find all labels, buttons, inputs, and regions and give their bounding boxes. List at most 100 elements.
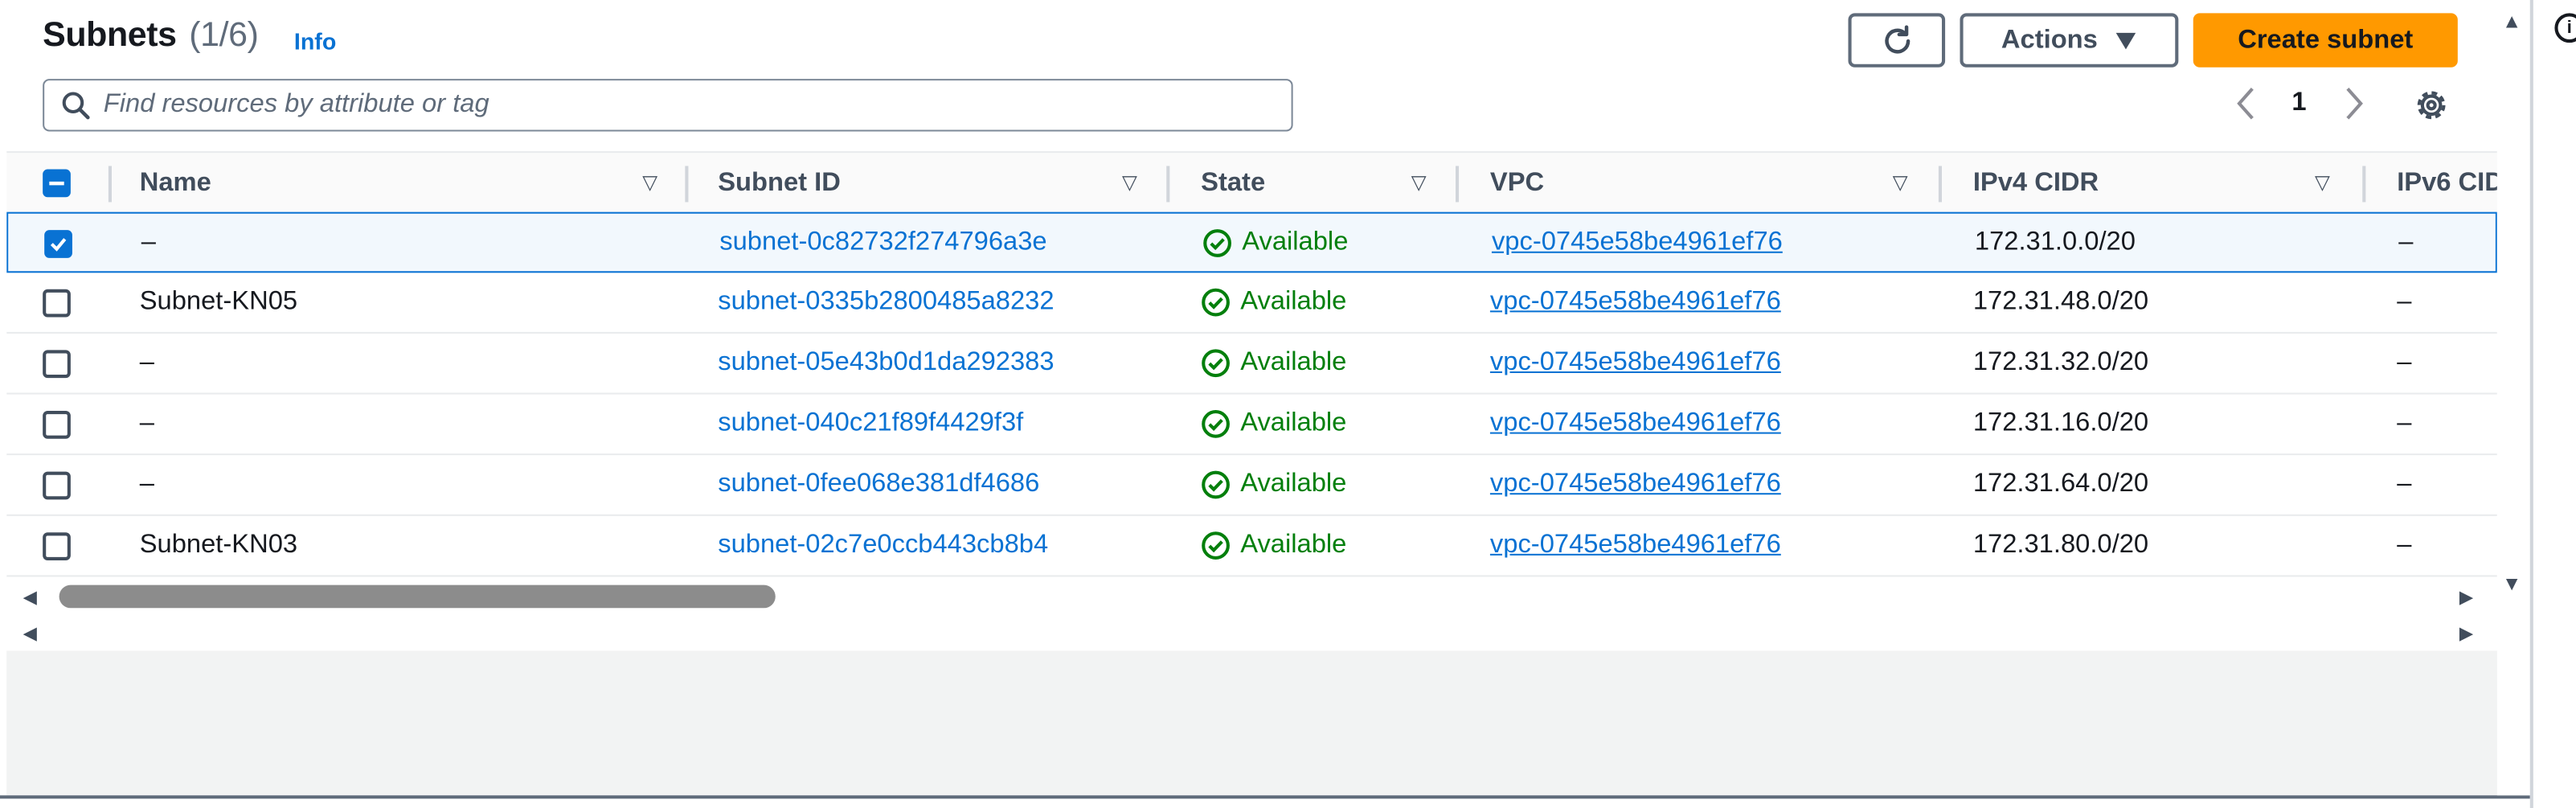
cell-ipv4-cidr: 172.31.48.0/20 bbox=[1972, 287, 2149, 316]
empty-panel-area bbox=[6, 650, 2530, 796]
cell-vpc[interactable]: vpc-0745e58be4961ef76 bbox=[1490, 273, 1781, 332]
cell-ipv6-cidr: – bbox=[2397, 470, 2412, 498]
sort-icon[interactable]: ▽ bbox=[2315, 171, 2330, 195]
column-header-state[interactable]: State ▽ bbox=[1201, 153, 1464, 214]
row-checkbox[interactable] bbox=[43, 410, 71, 439]
divider bbox=[0, 795, 2530, 799]
column-divider[interactable] bbox=[1455, 166, 1460, 203]
column-divider[interactable] bbox=[1938, 166, 1943, 203]
cell-ipv4-cidr: 172.31.64.0/20 bbox=[1972, 470, 2149, 498]
table-row[interactable]: – subnet-0c82732f274796a3e Available vpc-07… bbox=[6, 211, 2497, 273]
sort-icon[interactable]: ▽ bbox=[642, 171, 657, 195]
scroll-up-icon[interactable]: ▲ bbox=[2502, 10, 2521, 33]
cell-name: – bbox=[141, 228, 156, 256]
cell-vpc[interactable]: vpc-0745e58be4961ef76 bbox=[1490, 395, 1781, 454]
column-header-vpc[interactable]: VPC ▽ bbox=[1490, 153, 1934, 214]
create-subnet-button[interactable]: Create subnet bbox=[2193, 13, 2458, 68]
selection-count: (1/6) bbox=[189, 16, 259, 55]
column-header-name[interactable]: Name ▽ bbox=[140, 153, 682, 214]
subnets-page: Subnets (1/6) Info Actions Create subnet bbox=[0, 0, 2576, 808]
cell-vpc[interactable]: vpc-0745e58be4961ef76 bbox=[1490, 334, 1781, 393]
status-success-icon bbox=[1202, 409, 1230, 438]
cell-ipv4-cidr: 172.31.16.0/20 bbox=[1972, 408, 2149, 437]
cell-state: Available bbox=[1201, 334, 1346, 393]
column-divider[interactable] bbox=[108, 166, 112, 203]
info-icon[interactable]: i bbox=[2554, 13, 2576, 43]
cell-subnet-id[interactable]: subnet-02c7e0ccb443cb8b4 bbox=[718, 516, 1048, 576]
settings-gear-icon[interactable] bbox=[2414, 87, 2450, 131]
cell-ipv6-cidr: – bbox=[2397, 531, 2412, 559]
refresh-button[interactable] bbox=[1848, 13, 1946, 68]
status-text: Available bbox=[1240, 408, 1347, 437]
column-divider[interactable] bbox=[685, 166, 689, 203]
column-header-label: Name bbox=[139, 168, 211, 197]
column-divider[interactable] bbox=[1166, 166, 1170, 203]
cell-subnet-id[interactable]: subnet-0c82732f274796a3e bbox=[719, 214, 1046, 273]
cell-state: Available bbox=[1201, 516, 1346, 576]
cell-name: – bbox=[139, 348, 154, 377]
column-header-ipv4-cidr[interactable]: IPv4 CIDR ▽ bbox=[1973, 153, 2368, 214]
column-header-label: State bbox=[1201, 168, 1266, 197]
cell-name: Subnet-KN03 bbox=[139, 531, 298, 559]
cell-ipv4-cidr: 172.31.0.0/20 bbox=[1974, 228, 2136, 256]
table-row[interactable]: – subnet-05e43b0d1da292383 Available vpc-07… bbox=[6, 334, 2497, 395]
status-text: Available bbox=[1240, 348, 1347, 377]
column-divider[interactable] bbox=[2362, 166, 2366, 203]
cell-vpc[interactable]: vpc-0745e58be4961ef76 bbox=[1490, 455, 1781, 515]
scroll-down-icon[interactable]: ▼ bbox=[2502, 572, 2521, 595]
actions-label: Actions bbox=[2001, 25, 2098, 54]
row-checkbox[interactable] bbox=[44, 230, 72, 258]
current-page[interactable]: 1 bbox=[2291, 88, 2306, 118]
cell-name: – bbox=[139, 470, 154, 498]
scroll-right-icon[interactable]: ▶ bbox=[2459, 587, 2473, 609]
vertical-scrollbar[interactable]: ▲ ▼ bbox=[2496, 0, 2530, 796]
info-link[interactable]: Info bbox=[294, 28, 336, 55]
row-checkbox[interactable] bbox=[43, 350, 71, 379]
chevron-left-icon[interactable] bbox=[2234, 85, 2258, 131]
subnets-table: Name ▽ Subnet ID ▽ State ▽ VPC ▽ IPv4 CI… bbox=[6, 151, 2497, 582]
table-header: Name ▽ Subnet ID ▽ State ▽ VPC ▽ IPv4 CI… bbox=[6, 151, 2497, 212]
scroll-right-icon[interactable]: ▶ bbox=[2459, 623, 2473, 645]
cell-vpc[interactable]: vpc-0745e58be4961ef76 bbox=[1492, 214, 1783, 273]
status-text: Available bbox=[1240, 470, 1347, 498]
scroll-left-icon[interactable]: ◀ bbox=[23, 623, 37, 645]
cell-vpc[interactable]: vpc-0745e58be4961ef76 bbox=[1490, 516, 1781, 576]
column-header-label: IPv4 CIDR bbox=[1972, 168, 2099, 197]
cell-name: – bbox=[139, 408, 154, 437]
table-row[interactable]: Subnet-KN05 subnet-0335b2800485a8232 Avail… bbox=[6, 273, 2497, 334]
table-row[interactable]: – subnet-040c21f89f4429f3f Available vpc-07… bbox=[6, 395, 2497, 456]
cell-subnet-id[interactable]: subnet-040c21f89f4429f3f bbox=[718, 395, 1023, 454]
column-header-label: Subnet ID bbox=[718, 168, 841, 197]
row-checkbox[interactable] bbox=[43, 471, 71, 500]
cell-state: Available bbox=[1201, 455, 1346, 515]
row-checkbox[interactable] bbox=[43, 532, 71, 561]
cell-ipv6-cidr: – bbox=[2397, 287, 2412, 316]
cell-state: Available bbox=[1201, 395, 1346, 454]
cell-subnet-id[interactable]: subnet-0335b2800485a8232 bbox=[718, 273, 1054, 332]
sort-icon[interactable]: ▽ bbox=[1893, 171, 1908, 195]
scroll-left-icon[interactable]: ◀ bbox=[23, 587, 37, 609]
cell-subnet-id[interactable]: subnet-0fee068e381df4686 bbox=[718, 455, 1039, 515]
cell-ipv4-cidr: 172.31.32.0/20 bbox=[1972, 348, 2149, 377]
sort-icon[interactable]: ▽ bbox=[1122, 171, 1137, 195]
search-input[interactable] bbox=[103, 90, 1254, 121]
status-text: Available bbox=[1240, 531, 1347, 559]
column-header-ipv6-cidr[interactable]: IPv6 CIDR bbox=[2397, 153, 2497, 214]
table-row[interactable]: Subnet-KN03 subnet-02c7e0ccb443cb8b4 Avail… bbox=[6, 516, 2497, 577]
cell-subnet-id[interactable]: subnet-05e43b0d1da292383 bbox=[718, 334, 1054, 393]
table-row[interactable]: – subnet-0fee068e381df4686 Available vpc-07… bbox=[6, 455, 2497, 516]
cell-state: Available bbox=[1202, 214, 1348, 273]
sort-icon[interactable]: ▽ bbox=[1411, 171, 1427, 195]
row-checkbox[interactable] bbox=[43, 289, 71, 318]
caret-down-icon bbox=[2115, 31, 2136, 49]
actions-dropdown[interactable]: Actions bbox=[1960, 13, 2179, 68]
chevron-right-icon[interactable] bbox=[2343, 85, 2366, 131]
title-text: Subnets bbox=[43, 16, 177, 55]
search-field[interactable] bbox=[43, 79, 1293, 132]
column-header-subnet-id[interactable]: Subnet ID ▽ bbox=[718, 153, 1161, 214]
cell-ipv6-cidr: – bbox=[2397, 348, 2412, 377]
cell-ipv4-cidr: 172.31.80.0/20 bbox=[1972, 531, 2149, 559]
scrollbar-thumb[interactable] bbox=[59, 584, 776, 609]
status-text: Available bbox=[1240, 287, 1347, 316]
select-all-checkbox[interactable] bbox=[43, 169, 71, 198]
